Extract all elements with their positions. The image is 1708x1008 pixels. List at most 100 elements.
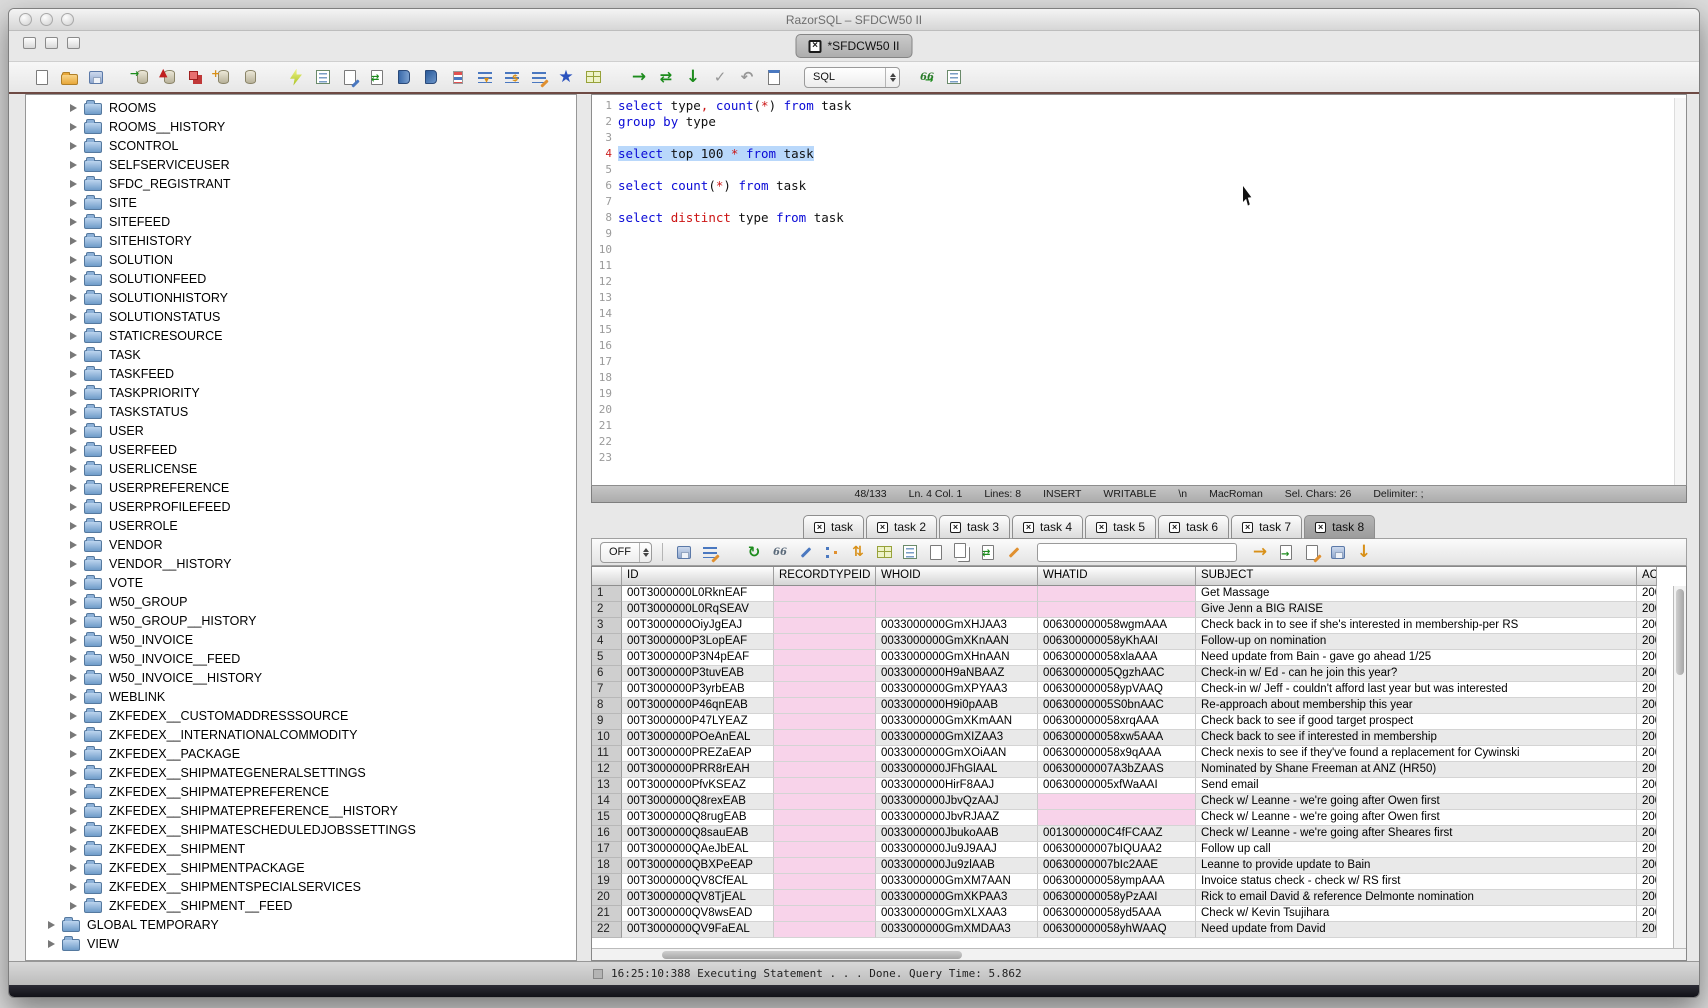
cell-whoid[interactable]: 0033000000GmXKnAAN [876, 634, 1038, 650]
disclosure-triangle-icon[interactable] [70, 560, 77, 568]
reload-sql-icon[interactable]: ⇄ [366, 66, 388, 88]
minimize-window-button[interactable] [40, 13, 53, 26]
cell-rownum[interactable]: 17 [592, 842, 622, 858]
cell-whoid[interactable] [876, 586, 1038, 602]
cell-ac[interactable]: 200 [1637, 666, 1657, 682]
vertical-scroll-thumb[interactable] [1676, 589, 1684, 675]
sql-line-7[interactable] [618, 194, 1674, 210]
cell-whatid[interactable]: 00630000005QgzhAAC [1038, 666, 1196, 682]
disclosure-triangle-icon[interactable] [70, 807, 77, 815]
database-icon[interactable] [239, 66, 261, 88]
new-file-icon[interactable] [31, 66, 53, 88]
sql-line-14[interactable] [618, 306, 1674, 322]
disclosure-triangle-icon[interactable] [70, 104, 77, 112]
cell-rownum[interactable]: 13 [592, 778, 622, 794]
table-horizontal-scrollbar[interactable] [592, 948, 1686, 960]
cell-id[interactable]: 00T3000000PfvKSEAZ [622, 778, 774, 794]
disclosure-triangle-icon[interactable] [70, 902, 77, 910]
transpose-icon[interactable]: ⇄ [977, 541, 999, 563]
execute-all-icon[interactable]: ⇄ [655, 66, 677, 88]
results-search-input[interactable] [1037, 543, 1237, 562]
cell-whoid[interactable]: 0033000000JbvRJAAZ [876, 810, 1038, 826]
tree-item-solution[interactable]: SOLUTION [26, 250, 576, 269]
cell-whoid[interactable]: 0033000000GmXOiAAN [876, 746, 1038, 762]
cell-recordtypeid[interactable] [774, 650, 876, 666]
cell-ac[interactable]: 200 [1637, 586, 1657, 602]
cell-subject[interactable]: Invoice status check - check w/ RS first [1196, 874, 1637, 890]
cell-recordtypeid[interactable] [774, 922, 876, 938]
tree-item-weblink[interactable]: WEBLINK [26, 687, 576, 706]
export-results-icon[interactable]: → [1275, 541, 1297, 563]
close-tab-icon[interactable]: × [1315, 522, 1326, 533]
column-header-whatid[interactable]: WHATID [1038, 567, 1196, 586]
cell-id[interactable]: 00T3000000QV9FaEAL [622, 922, 774, 938]
sql-line-17[interactable] [618, 354, 1674, 370]
cell-ac[interactable]: 200 [1637, 682, 1657, 698]
cell-whoid[interactable]: 0033000000GmXM7AAN [876, 874, 1038, 890]
commit-icon[interactable]: ✓ [709, 66, 731, 88]
cell-ac[interactable]: 200 [1637, 810, 1657, 826]
book-icon[interactable] [393, 66, 415, 88]
cell-recordtypeid[interactable] [774, 890, 876, 906]
tree-item-zkfedex-customaddresssource[interactable]: ZKFEDEX__CUSTOMADDRESSSOURCE [26, 706, 576, 725]
cell-ac[interactable]: 200 [1637, 874, 1657, 890]
execute-icon[interactable]: → [628, 66, 650, 88]
cell-id[interactable]: 00T3000000Q8rugEAB [622, 810, 774, 826]
cell-id[interactable]: 00T3000000P3tuvEAB [622, 666, 774, 682]
cell-whoid[interactable]: 0033000000JbvQzAAJ [876, 794, 1038, 810]
tree-item-userfeed[interactable]: USERFEED [26, 440, 576, 459]
cell-subject[interactable]: Check w/ Kevin Tsujihara [1196, 906, 1637, 922]
cell-whoid[interactable]: 0033000000Ju9J9AAJ [876, 842, 1038, 858]
cell-recordtypeid[interactable] [774, 714, 876, 730]
refresh-table-icon[interactable] [873, 541, 895, 563]
disclosure-triangle-icon[interactable] [70, 883, 77, 891]
document-tab[interactable]: × *SFDCW50 II [795, 34, 912, 58]
tree-item-w50-group[interactable]: W50_GROUP [26, 592, 576, 611]
sql-line-4[interactable]: select top 100 * from task [618, 146, 1674, 162]
tree-item-zkfedex-shipmatepreference[interactable]: ZKFEDEX__SHIPMATEPREFERENCE [26, 782, 576, 801]
rollback-icon[interactable]: ↶ [736, 66, 758, 88]
cell-whatid[interactable]: 006300000058xrqAAA [1038, 714, 1196, 730]
tree-item-w50-group-history[interactable]: W50_GROUP__HISTORY [26, 611, 576, 630]
cell-ac[interactable]: 200 [1637, 746, 1657, 762]
cell-ac[interactable]: 200 [1637, 618, 1657, 634]
sql-line-11[interactable] [618, 258, 1674, 274]
cell-rownum[interactable]: 9 [592, 714, 622, 730]
disclosure-triangle-icon[interactable] [70, 427, 77, 435]
cell-whatid[interactable]: 006300000058yPzAAI [1038, 890, 1196, 906]
cell-whoid[interactable]: 0033000000Ju9zlAAB [876, 858, 1038, 874]
tree-item-vendor[interactable]: VENDOR [26, 535, 576, 554]
describe-icon[interactable] [943, 66, 965, 88]
disclosure-triangle-icon[interactable] [70, 484, 77, 492]
tree-item-zkfedex-shipmatepreference-history[interactable]: ZKFEDEX__SHIPMATEPREFERENCE__HISTORY [26, 801, 576, 820]
save-grid-icon[interactable] [1327, 541, 1349, 563]
cell-whatid[interactable] [1038, 794, 1196, 810]
cell-whatid[interactable] [1038, 810, 1196, 826]
cell-whatid[interactable]: 00630000005S0bnAAC [1038, 698, 1196, 714]
cell-ac[interactable]: 200 [1637, 714, 1657, 730]
tree-item-userlicense[interactable]: USERLICENSE [26, 459, 576, 478]
cell-subject[interactable]: Get Massage [1196, 586, 1637, 602]
highlight-pen-icon[interactable] [1003, 541, 1025, 563]
close-window-button[interactable] [19, 13, 32, 26]
column-header-recordtypeid[interactable]: RECORDTYPEID [774, 567, 876, 586]
open-file-icon[interactable] [58, 66, 80, 88]
cell-id[interactable]: 00T3000000Q8sauEAB [622, 826, 774, 842]
cell-whoid[interactable]: 0033000000GmXKPAA3 [876, 890, 1038, 906]
cell-recordtypeid[interactable] [774, 586, 876, 602]
cell-ac[interactable]: 200 [1637, 842, 1657, 858]
result-tab-task-8[interactable]: ×task 8 [1304, 515, 1375, 539]
auto-commit-icon[interactable] [285, 66, 307, 88]
cell-id[interactable]: 00T3000000QAeJbEAL [622, 842, 774, 858]
cell-whoid[interactable]: 0033000000GmXHJAA3 [876, 618, 1038, 634]
cell-whatid[interactable] [1038, 586, 1196, 602]
disclosure-triangle-icon[interactable] [70, 408, 77, 416]
result-tab-task-2[interactable]: ×task 2 [866, 515, 937, 539]
sort-icon[interactable]: ⇅ [847, 541, 869, 563]
copy-results-icon[interactable] [951, 541, 973, 563]
result-tab-task-5[interactable]: ×task 5 [1085, 515, 1156, 539]
cell-whatid[interactable]: 006300000058yd5AAA [1038, 906, 1196, 922]
cell-whoid[interactable]: 0033000000H9aNBAAZ [876, 666, 1038, 682]
cell-whatid[interactable]: 006300000058xw5AAA [1038, 730, 1196, 746]
cell-recordtypeid[interactable] [774, 874, 876, 890]
